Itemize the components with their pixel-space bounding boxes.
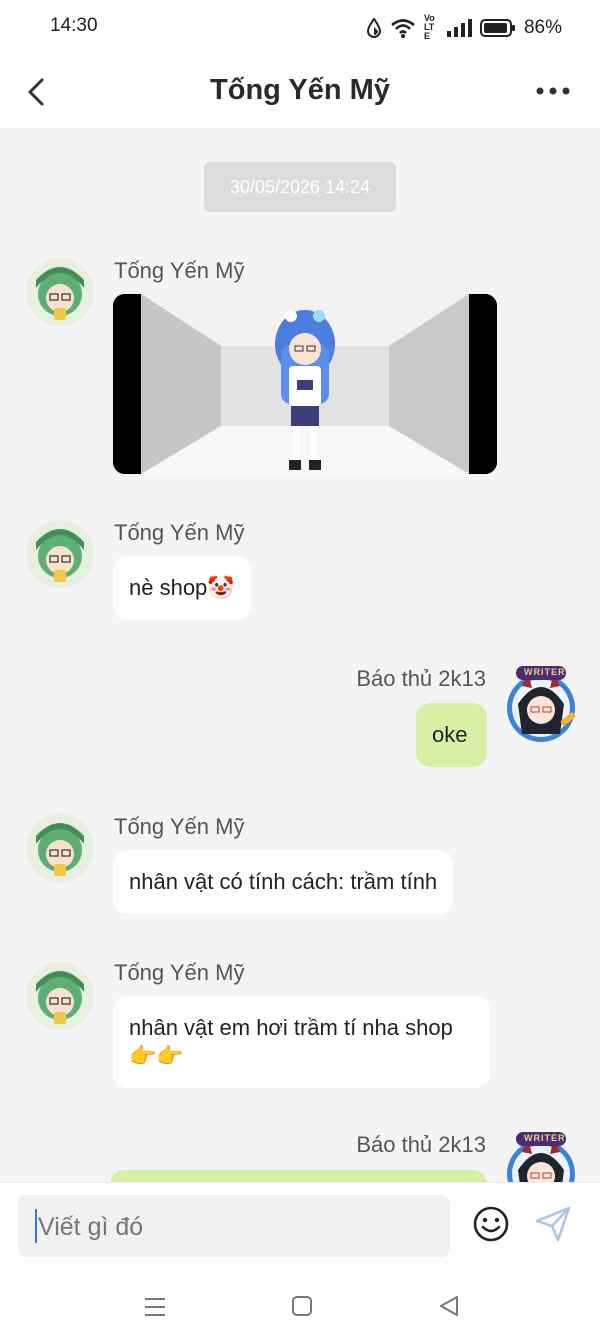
more-horizontal-icon[interactable]	[536, 86, 570, 96]
sender-name: Tống Yến Mỹ	[114, 814, 245, 839]
room-image	[113, 294, 497, 474]
volte-label: Vo LTE	[423, 13, 435, 41]
avatar-badge: WRITER	[524, 1133, 566, 1143]
system-nav-bar	[0, 1272, 600, 1343]
triangle-back-icon[interactable]	[438, 1295, 460, 1317]
date-badge: 30/05/2026 14:24	[204, 162, 396, 212]
avatar-badge: WRITER	[524, 667, 566, 677]
message-bubble[interactable]: oke	[416, 703, 487, 767]
sender-name: Tống Yến Mỹ	[114, 520, 245, 545]
image-message[interactable]	[113, 294, 497, 474]
square-icon[interactable]	[291, 1295, 313, 1317]
wifi-icon	[391, 18, 415, 38]
message-bubble[interactable]: nè shop🤡	[113, 556, 251, 620]
composer	[0, 1182, 600, 1273]
contact-avatar-image	[26, 962, 94, 1030]
send-icon[interactable]	[534, 1205, 572, 1243]
avatar[interactable]	[26, 962, 94, 1030]
status-bar: 14:30 Vo LTE 86%	[0, 0, 600, 56]
message-input[interactable]	[36, 1195, 440, 1259]
avatar[interactable]	[26, 814, 94, 882]
battery-percent: 86%	[523, 16, 562, 38]
message-bubble[interactable]	[110, 1170, 487, 1182]
contact-avatar-image	[26, 520, 94, 588]
message-bubble[interactable]: nhân vật có tính cách: trầm tính	[113, 850, 454, 914]
message-list[interactable]: 30/05/2026 14:24 Tống Yến Mỹ Tống Yến Mỹ…	[0, 128, 600, 1182]
avatar[interactable]	[26, 520, 94, 588]
status-icons: Vo LTE 86%	[366, 14, 562, 41]
data-saver-icon	[366, 17, 381, 38]
my-avatar[interactable]: WRITER	[500, 664, 582, 746]
page-title: Tống Yến Mỹ	[210, 74, 390, 106]
sender-name: Tống Yến Mỹ	[114, 258, 245, 283]
signal-icon	[446, 18, 472, 37]
my-avatar[interactable]: WRITER	[500, 1130, 582, 1182]
avatar[interactable]	[26, 258, 94, 326]
smiley-icon[interactable]	[472, 1205, 510, 1243]
contact-avatar-image	[26, 258, 94, 326]
sender-name: Báo thủ 2k13	[356, 1132, 486, 1157]
sender-name: Báo thủ 2k13	[356, 666, 486, 691]
text-caret	[35, 1209, 37, 1243]
message-bubble[interactable]: nhân vật em hơi trầm tí nha shop 👉👉	[113, 996, 490, 1088]
chat-header: Tống Yến Mỹ	[0, 56, 600, 128]
menu-icon[interactable]	[143, 1296, 167, 1318]
message-input-box[interactable]	[18, 1195, 450, 1259]
contact-avatar-image	[26, 814, 94, 882]
status-time: 14:30	[50, 15, 98, 36]
battery-icon	[479, 18, 515, 37]
sender-name: Tống Yến Mỹ	[114, 960, 245, 985]
